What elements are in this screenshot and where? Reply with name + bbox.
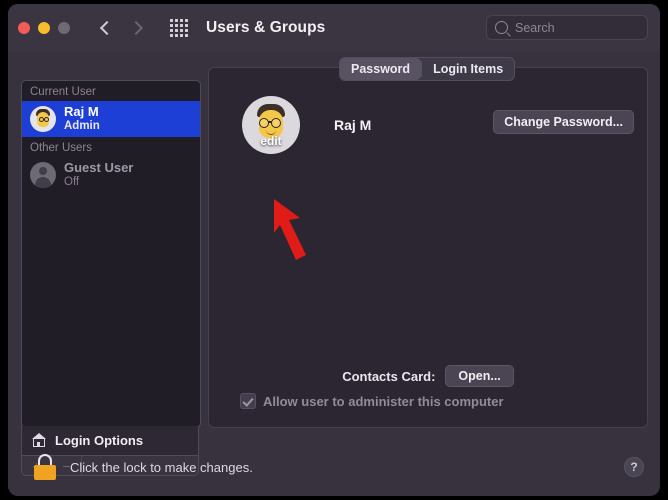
sidebar-user-text: Raj M Admin (64, 105, 100, 133)
sidebar-user-role: Off (64, 176, 133, 189)
person-silhouette-icon (30, 162, 56, 188)
contacts-card-row: Contacts Card: Open... (209, 365, 647, 387)
search-icon (495, 21, 508, 34)
allow-admin-checkbox (240, 393, 256, 409)
window-titlebar: Users & Groups Search (8, 4, 660, 52)
sidebar-user-text: Guest User Off (64, 161, 133, 189)
tab-password[interactable]: Password (340, 58, 421, 80)
page-title: Users & Groups (206, 19, 325, 37)
window-content: Current User Raj M Admin Other Users (8, 52, 660, 496)
sidebar-group-header-current: Current User (22, 81, 200, 101)
minimize-button[interactable] (38, 22, 50, 34)
close-button[interactable] (18, 22, 30, 34)
user-avatar-edit-button[interactable]: edit (242, 96, 300, 154)
search-input[interactable]: Search (486, 15, 648, 40)
forward-chevron-icon (128, 20, 144, 36)
users-and-groups-window: Users & Groups Search Current User Raj M… (8, 4, 660, 496)
lock-hint-text: Click the lock to make changes. (70, 460, 253, 475)
open-contacts-card-button[interactable]: Open... (445, 365, 513, 387)
sidebar-group-header-other: Other Users (22, 137, 200, 157)
back-chevron-icon[interactable] (98, 20, 114, 36)
tab-login-items[interactable]: Login Items (422, 58, 514, 80)
avatar-edit-label: edit (242, 134, 300, 148)
sidebar-user-name: Guest User (64, 161, 133, 176)
show-all-grid-icon[interactable] (170, 19, 188, 37)
lock-bar: Click the lock to make changes. ? (8, 438, 660, 496)
maximize-button (58, 22, 70, 34)
search-placeholder: Search (515, 21, 555, 35)
help-button[interactable]: ? (624, 457, 644, 477)
navigation-arrows (98, 20, 144, 36)
sidebar-item-raj-m[interactable]: Raj M Admin (22, 101, 200, 137)
sidebar-item-guest-user[interactable]: Guest User Off (22, 157, 200, 193)
allow-admin-row: Allow user to administer this computer (240, 393, 504, 409)
allow-admin-label: Allow user to administer this computer (263, 394, 504, 409)
profile-user-name: Raj M (334, 117, 371, 133)
sidebar-user-role: Admin (64, 120, 100, 133)
contacts-card-label: Contacts Card: (342, 369, 435, 384)
user-list-sidebar[interactable]: Current User Raj M Admin Other Users (21, 80, 201, 428)
pane-tab-bar: Password Login Items (339, 57, 515, 81)
memoji-avatar-icon (30, 106, 56, 132)
traffic-lights (18, 22, 70, 34)
password-pane: edit Raj M Change Password... Contacts C… (208, 67, 648, 428)
lock-closed-icon[interactable] (34, 454, 56, 480)
change-password-button[interactable]: Change Password... (493, 110, 634, 134)
user-profile-block: edit Raj M (242, 96, 371, 154)
sidebar-user-name: Raj M (64, 105, 100, 120)
